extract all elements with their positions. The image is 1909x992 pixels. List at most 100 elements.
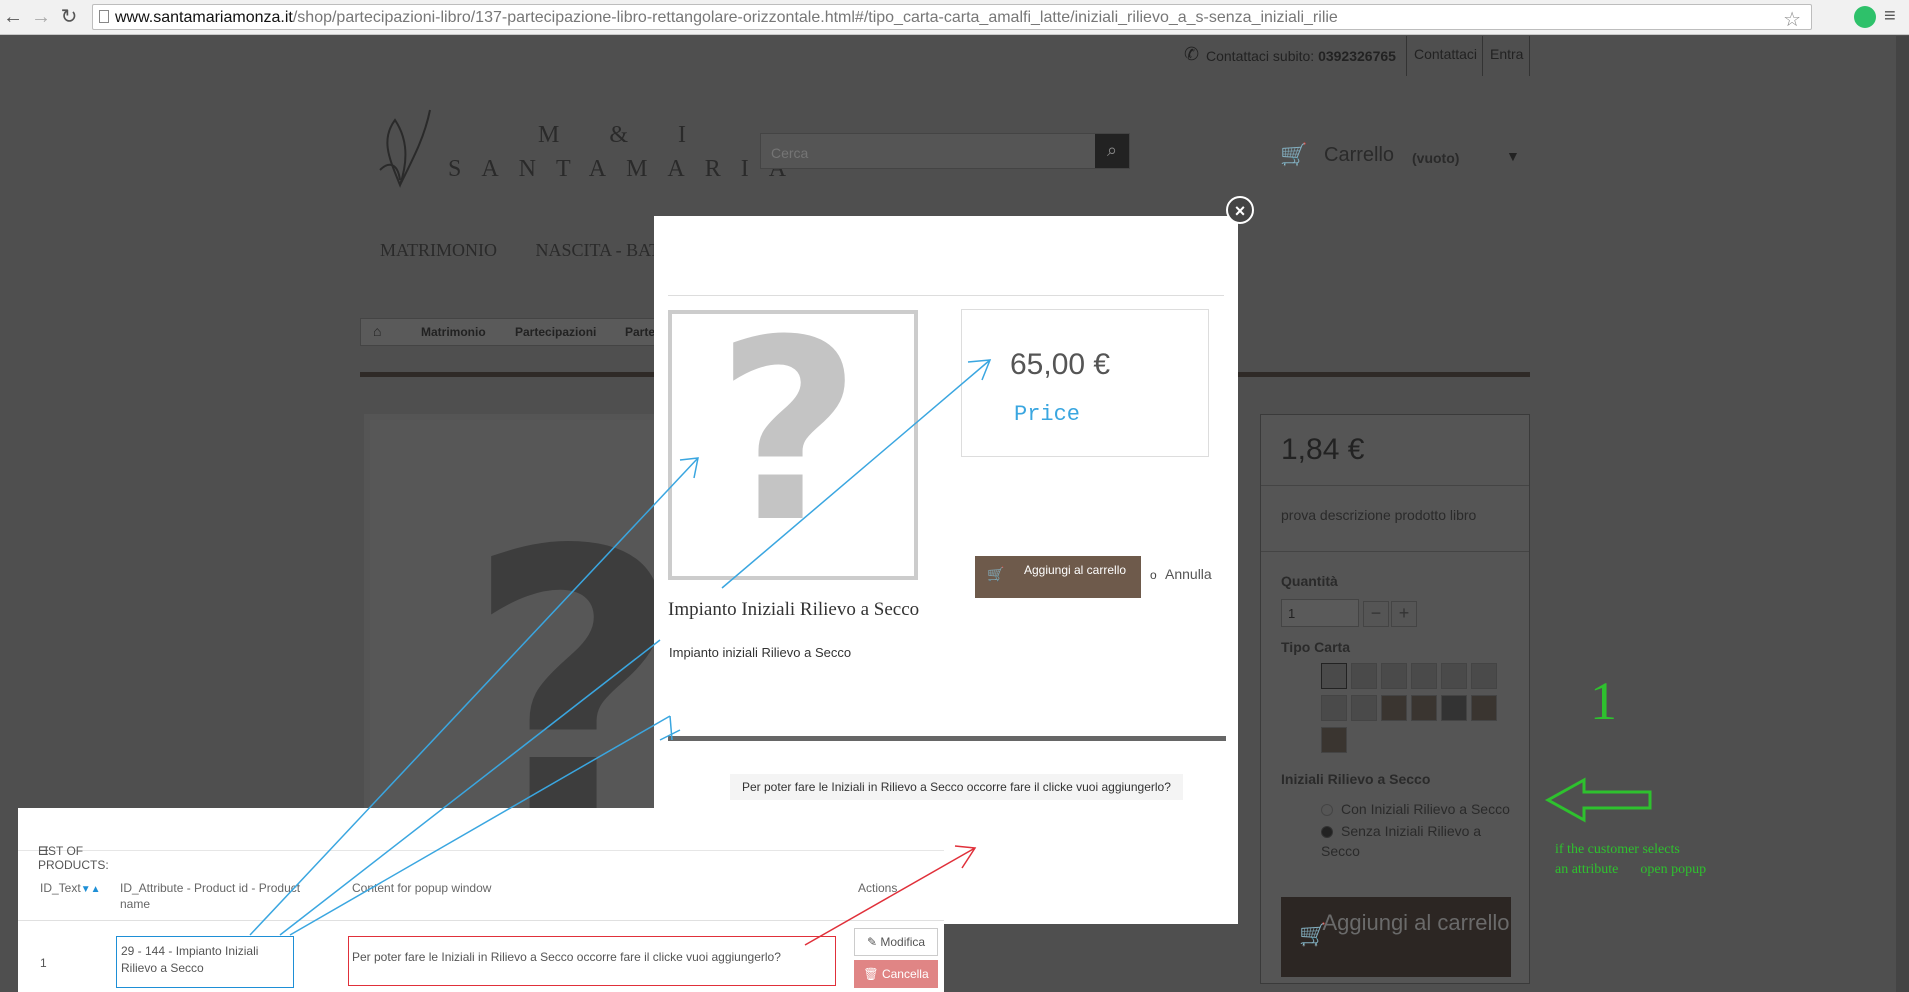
- login-link[interactable]: Entra: [1490, 46, 1523, 62]
- annotation-line: open popup: [1640, 862, 1707, 877]
- price-annotation: Price: [1014, 402, 1081, 427]
- paper-swatch[interactable]: [1441, 695, 1467, 721]
- cart-label: Carrello: [1324, 144, 1395, 166]
- forward-icon[interactable]: →: [28, 4, 54, 30]
- edit-button[interactable]: ✎ Modifica: [854, 928, 938, 956]
- divider: [1482, 36, 1483, 76]
- leaf-logo-icon: [379, 109, 431, 188]
- paper-swatch[interactable]: [1441, 663, 1467, 689]
- cart-status: (vuoto): [1412, 150, 1460, 166]
- placeholder-question-icon: ?: [716, 310, 862, 577]
- annotation-line: if the customer selects: [1555, 842, 1680, 857]
- breadcrumb-item[interactable]: Parte: [625, 325, 655, 339]
- paper-swatch[interactable]: [1381, 663, 1407, 689]
- product-description: prova descrizione prodotto libro: [1281, 507, 1477, 523]
- modal-cancel-link[interactable]: Annulla: [1165, 566, 1212, 582]
- panel-heading: ☰ LIST OF PRODUCTS:: [18, 808, 944, 872]
- close-icon[interactable]: ×: [1226, 196, 1254, 224]
- phone-number: 0392326765: [1318, 48, 1396, 64]
- edit-icon: ✎: [866, 935, 881, 949]
- scrollbar[interactable]: [1896, 36, 1909, 992]
- admin-product-list: ☰ LIST OF PRODUCTS: ID_Text▼▲ ID_Attribu…: [18, 808, 944, 992]
- logo-line1: M & I: [538, 122, 708, 148]
- reload-icon[interactable]: ↻: [56, 4, 82, 30]
- quantity-value: 1: [1288, 606, 1296, 621]
- page-icon: [99, 10, 109, 23]
- column-header: ID_Attribute - Product id - Product name: [120, 881, 301, 911]
- radio-label: Senza Iniziali Rilievo a Secco: [1321, 823, 1482, 859]
- plus-icon[interactable]: +: [1391, 601, 1417, 627]
- radio-label: Con Iniziali Rilievo a Secco: [1341, 801, 1510, 817]
- search-icon[interactable]: ⌕: [1095, 134, 1129, 168]
- initials-label: Iniziali Rilievo a Secco: [1281, 771, 1431, 787]
- table-cell-content: Per poter fare le Iniziali in Rilievo a …: [348, 936, 836, 986]
- breadcrumb-item[interactable]: Partecipazioni: [515, 325, 596, 339]
- modal-add-to-cart-button[interactable]: 🛒 Aggiungi al carrello: [975, 556, 1141, 598]
- paper-swatch[interactable]: [1411, 695, 1437, 721]
- divider: [1406, 36, 1407, 76]
- browser-toolbar: ← → ↻ www.santamariamonza.it/shop/partec…: [0, 0, 1909, 35]
- modal-add-label: Aggiungi al carrello: [1023, 563, 1127, 577]
- menu-item-matrimonio[interactable]: MATRIMONIO: [380, 240, 497, 260]
- delete-label: Cancella: [881, 967, 929, 981]
- delete-button[interactable]: 🗑 Cancella: [854, 960, 938, 988]
- modal-price-box: 65,00 € Price: [961, 309, 1209, 457]
- back-icon[interactable]: ←: [0, 4, 26, 30]
- divider: [668, 295, 1224, 296]
- cart-dropdown[interactable]: 🛒 Carrello (vuoto) ▼: [1262, 136, 1532, 180]
- cart-icon: 🛒: [1280, 142, 1308, 167]
- paper-swatch[interactable]: [1471, 695, 1497, 721]
- paper-swatch[interactable]: [1351, 695, 1377, 721]
- quantity-input[interactable]: 1: [1281, 599, 1359, 627]
- modal-price: 65,00 €: [1010, 348, 1111, 381]
- contact-link[interactable]: Contattaci: [1414, 46, 1477, 62]
- column-label: ID_Text: [40, 881, 81, 895]
- search-input[interactable]: [769, 142, 1073, 164]
- product-buy-box: 1,84 € prova descrizione prodotto libro …: [1260, 414, 1530, 984]
- table-cell-id: 1: [40, 956, 47, 970]
- paper-swatch[interactable]: [1471, 663, 1497, 689]
- site-logo[interactable]: M & I SANTAMARIA: [370, 100, 786, 190]
- modal-product-image: ?: [668, 310, 918, 580]
- paper-swatch[interactable]: [1381, 695, 1407, 721]
- paper-swatch[interactable]: [1321, 727, 1347, 753]
- sort-icon[interactable]: ▼▲: [81, 884, 101, 895]
- paper-swatch[interactable]: [1321, 663, 1347, 689]
- radio-option[interactable]: Senza Iniziali Rilievo a Secco: [1321, 821, 1491, 861]
- annotation-number: 1: [1590, 671, 1617, 731]
- address-bar[interactable]: www.santamariamonza.it/shop/partecipazio…: [92, 4, 1812, 32]
- radio-option[interactable]: Con Iniziali Rilievo a Secco: [1321, 801, 1510, 817]
- cart-icon: 🛒: [1299, 922, 1327, 947]
- column-header[interactable]: ID_Text▼▲: [40, 880, 100, 898]
- phone-icon: ✆: [1184, 44, 1200, 64]
- column-header: Actions: [858, 881, 898, 895]
- main-menu: MATRIMONIO NASCITA - BATTE: [380, 240, 682, 261]
- trash-icon: 🗑: [863, 967, 882, 981]
- home-icon[interactable]: ⌂: [373, 323, 381, 339]
- menu-icon[interactable]: ≡: [1884, 5, 1896, 28]
- edit-label: Modifica: [880, 935, 926, 949]
- divider: [1529, 36, 1530, 76]
- column-header: Content for popup window: [352, 881, 492, 895]
- add-to-cart-button[interactable]: 🛒 Aggiungi al carrello: [1281, 897, 1511, 977]
- contact-phone: Contattaci subito: 0392326765: [1206, 48, 1396, 64]
- breadcrumb: ⌂ Matrimonio Partecipazioni Parte: [360, 318, 692, 346]
- product-price: 1,84 €: [1281, 433, 1365, 466]
- table-cell-attribute: 29 - 144 - Impianto Iniziali Rilievo a S…: [116, 936, 294, 988]
- annotation-text: if the customer selects an attribute open…: [1555, 840, 1706, 880]
- logo-line2: SANTAMARIA: [448, 156, 807, 182]
- minus-icon[interactable]: −: [1363, 601, 1389, 627]
- url-host: www.santamariamonza.it: [115, 9, 293, 26]
- radio-selected-icon: [1321, 826, 1333, 839]
- paper-swatch[interactable]: [1351, 663, 1377, 689]
- green-arrow-icon: [1544, 777, 1652, 823]
- divider: [1261, 485, 1529, 486]
- paper-swatch[interactable]: [1411, 663, 1437, 689]
- extension-icon[interactable]: [1854, 6, 1876, 28]
- breadcrumb-item[interactable]: Matrimonio: [421, 325, 486, 339]
- bookmark-star-icon[interactable]: ☆: [1783, 7, 1801, 32]
- paper-swatch[interactable]: [1321, 695, 1347, 721]
- search-box: ⌕: [760, 133, 1130, 169]
- divider: [668, 736, 1226, 741]
- or-text: o: [1150, 568, 1157, 582]
